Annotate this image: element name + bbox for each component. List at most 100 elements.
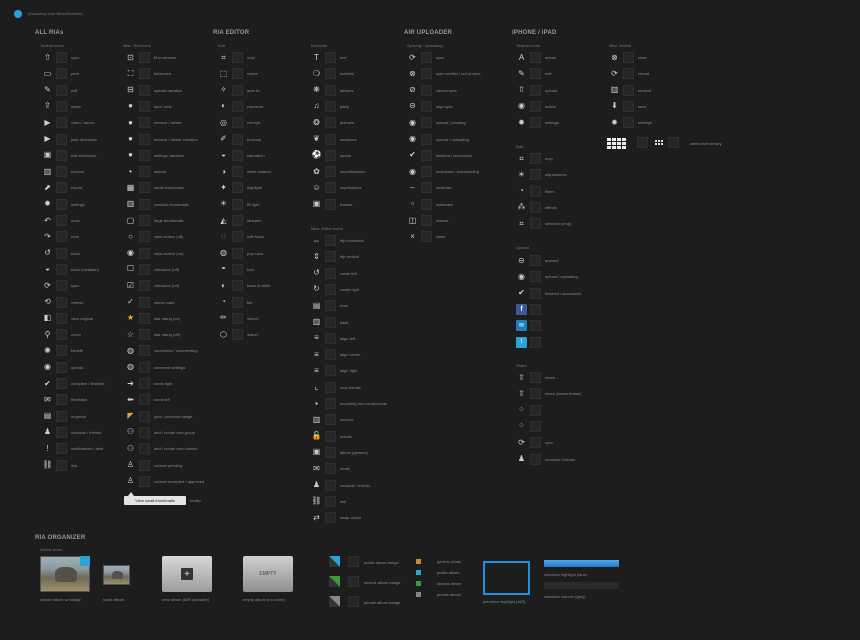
edit-item-exposure[interactable]: ◐ exposure [218, 100, 263, 112]
blank-2-icon[interactable]: ⁘ [516, 421, 527, 432]
comment-settings-icon[interactable]: ◍ [125, 362, 136, 373]
misc-ria-item-small-thumbnails[interactable]: ▦ small thumbnails [125, 182, 184, 194]
remove-delete-variation-icon[interactable]: ● [125, 134, 136, 145]
edit-item-soft-focus[interactable]: ◌ soft focus [218, 231, 264, 243]
iphone-upload-item-messenger[interactable]: ✉ [516, 320, 545, 332]
toolbar-item-sync[interactable]: ⟳ sync [42, 280, 79, 292]
online-icon[interactable]: ◉ [516, 101, 527, 112]
sync-item-finished-successful[interactable]: ✔ finished / successful [407, 149, 472, 161]
misc-editor-item-swap-colors[interactable]: ⇄ swap colors [311, 512, 361, 524]
edit-item-distort[interactable]: ⬡ distort [218, 329, 258, 341]
misc-editor-item-email[interactable]: ✉ email [311, 463, 350, 475]
sync-item-upload-uploading[interactable]: ◉ upload / uploading [407, 133, 469, 145]
swap-colors-icon[interactable]: ⇄ [311, 512, 322, 523]
misc-editor-item-align-center[interactable]: ≡ align center [311, 349, 361, 361]
misc-ria-item-medium-thumbnails[interactable]: ▥ medium thumbnails [125, 198, 189, 210]
link-icon[interactable]: ⛓ [42, 460, 53, 471]
hue-icon[interactable]: ◓ [218, 264, 229, 275]
sync-item-minimize[interactable]: – minimize [407, 182, 452, 194]
clear-icon[interactable]: ⊗ [609, 52, 620, 63]
settings-icon[interactable]: ✹ [609, 117, 620, 128]
reset-variation-icon[interactable]: ◒ [42, 264, 53, 275]
edit-item-pop-color[interactable]: ◍ pop color [218, 247, 263, 259]
add-create-contact-icon[interactable]: ⚇ [125, 443, 136, 454]
toolbar-item-video-demo[interactable]: ▶ video / demo [42, 117, 94, 129]
seafarms-icon[interactable]: ❦ [311, 134, 322, 145]
resize-icon[interactable]: ⬚ [218, 68, 229, 79]
misc-ria-item-plus-premium-badge[interactable]: ◤ plus / premium badge [125, 410, 192, 422]
auto-fix-icon[interactable]: ✧ [218, 85, 229, 96]
edit-item-highlight[interactable]: ✦ highlight [218, 182, 262, 194]
search-icon[interactable]: • [125, 166, 136, 177]
misc-editor-item-bounding-box[interactable]: ▪ bounding box components [311, 398, 387, 409]
edit-item-hue[interactable]: ◓ hue [218, 263, 254, 275]
sync-conflict-icon[interactable]: ⊗ [407, 68, 418, 79]
stop-sync-icon[interactable]: ⊝ [407, 101, 418, 112]
album-generic-icon[interactable]: ▣ [311, 447, 322, 458]
misc-editor-item-crop-handle[interactable]: ⌞ crop handle [311, 381, 361, 393]
iphone-upload-item-finished-successful[interactable]: ✔ finished / successful [516, 287, 581, 299]
stickers-icon[interactable]: ❋ [311, 85, 322, 96]
medium-thumbnails-icon[interactable]: ▥ [125, 199, 136, 210]
save-icon[interactable]: ⬇ [609, 101, 620, 112]
iphone-edit-item-selected-crop[interactable]: ⌗ selected (crop) [516, 218, 571, 230]
decorate-item-expressions[interactable]: ☺ expressions [311, 182, 361, 194]
checkbox-on-icon[interactable]: ☑ [125, 280, 136, 291]
iphone-edit-item-adjustments[interactable]: ☀ adjustments [516, 169, 567, 181]
iphone-share-item-share[interactable]: ⇪ share [516, 372, 555, 383]
misc-ria-item-add-create-contact[interactable]: ⚇ add / create new contact [125, 443, 198, 455]
misc-ria-item-fullscreen[interactable]: ⛶ fullscreen [125, 68, 171, 80]
iphone-toolbar-item-edit[interactable]: ✎ edit [516, 68, 551, 80]
sync-item-restore[interactable]: ◫ restore [407, 215, 448, 226]
misc-ria-item-checkbox-on[interactable]: ☑ checkbox (on) [125, 280, 179, 292]
edit-item-white-balance[interactable]: ◑ white balance [218, 166, 271, 178]
toolbar-item-view-original[interactable]: ◧ view original [42, 312, 93, 324]
edit-item-fill-light[interactable]: ☀ fill light [218, 198, 259, 210]
share-icon[interactable]: ⇪ [42, 101, 53, 112]
mobile-item-clear[interactable]: ⊗ clear [609, 52, 647, 63]
edit-icon[interactable]: ✎ [516, 68, 527, 79]
bubbles-icon[interactable]: ❍ [311, 68, 322, 79]
toolbar-item-settings[interactable]: ✹ settings [42, 198, 85, 210]
misc-ria-item-add-create-group[interactable]: ⚇ add / create new group [125, 426, 195, 438]
messenger-icon[interactable]: ✉ [516, 320, 527, 332]
rotate-left-icon[interactable]: ↺ [311, 268, 322, 279]
misc-ria-item-fit-to-window[interactable]: ⊡ fit to window [125, 52, 176, 63]
reload-icon[interactable]: ⟳ [609, 68, 620, 79]
flip-horizontal-icon[interactable]: ⇔ [311, 235, 322, 246]
complete-icon[interactable]: ✔ [42, 378, 53, 389]
white-balance-icon[interactable]: ◑ [218, 166, 229, 177]
library-grid-small-icon[interactable] [655, 140, 663, 145]
iphone-toolbar-item-adobe[interactable]: Aadobe [516, 52, 556, 63]
large-thumbnails-icon[interactable]: ▢ [125, 215, 136, 226]
email-icon[interactable]: ✉ [311, 463, 322, 474]
toolbar-item-notifications[interactable]: ! notifications / alert [42, 443, 103, 455]
saturation-icon[interactable]: ◒ [218, 150, 229, 161]
unlock-icon[interactable]: 🔓 [311, 431, 322, 442]
link-icon[interactable]: ⛓ [311, 496, 322, 507]
download-downloading-icon[interactable]: ◉ [407, 166, 418, 177]
iphone-edit-item-crop[interactable]: ⌗ crop [516, 153, 553, 164]
flip-vertical-icon[interactable]: ⇕ [311, 251, 322, 262]
sync-item-cancel-sync[interactable]: ⊘ cancel sync [407, 84, 457, 96]
effects-icon[interactable]: ⁂ [516, 202, 527, 213]
maximize-icon[interactable]: ▫ [407, 199, 418, 210]
share-bottom-icon[interactable]: ⇪ [516, 388, 527, 399]
iphone-share-item-sync[interactable]: ⟳ sync [516, 437, 553, 449]
misc-editor-item-remove[interactable]: ▥ remove [311, 414, 353, 426]
remove-delete-icon[interactable]: ● [125, 117, 136, 128]
minimize-icon[interactable]: – [407, 182, 418, 193]
checkbox-off-icon[interactable]: ☐ [125, 264, 136, 275]
toolbar-item-share[interactable]: ⇪ share [42, 100, 81, 112]
iphone-toolbar-item-upload[interactable]: ⇧ upload [516, 84, 557, 96]
redo-icon[interactable]: ↷ [42, 231, 53, 242]
queued-icon[interactable]: ⊝ [516, 255, 527, 266]
close-icon[interactable]: × [407, 231, 418, 242]
fill-light-icon[interactable]: ☀ [218, 199, 229, 210]
upload-icon[interactable]: ⇧ [516, 85, 527, 96]
toolbar-item-edit-slideshow[interactable]: ▣ edit slideshow [42, 149, 96, 161]
bounding-box-icon[interactable]: ▪ [311, 398, 322, 409]
misc-ria-item-star-rating-on[interactable]: ★ star rating (on) [125, 312, 180, 324]
highlight-icon[interactable]: ✦ [218, 182, 229, 193]
iphone-share-item-share-bottom[interactable]: ⇪ share (below button) [516, 388, 581, 400]
